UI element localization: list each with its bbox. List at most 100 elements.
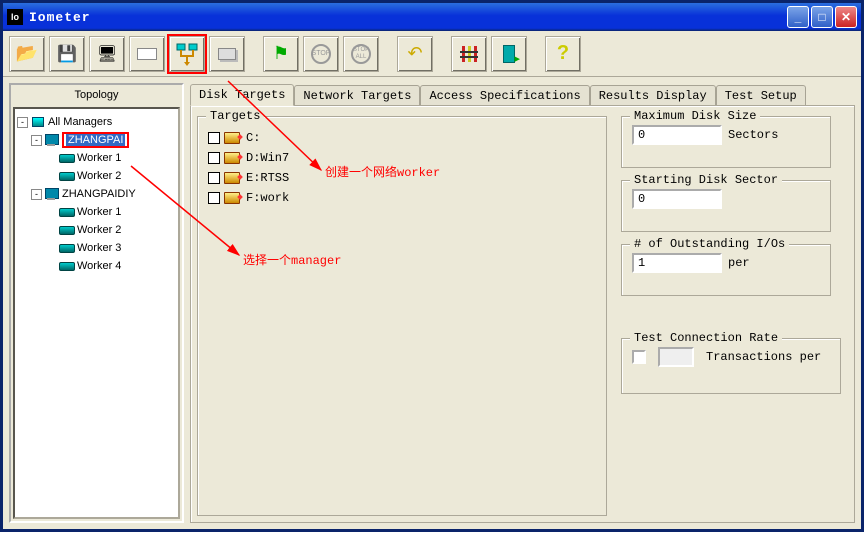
target-checkbox[interactable] — [208, 172, 220, 184]
help-icon: ? — [557, 42, 569, 65]
new-disk-worker-button[interactable] — [129, 36, 165, 72]
drive-icon — [224, 172, 240, 184]
tab-disk-targets[interactable]: Disk Targets — [190, 84, 294, 106]
topology-panel: Topology - All Managers - ZHANGPAI — [9, 83, 184, 523]
tree-worker[interactable]: Worker 3 — [17, 239, 176, 257]
disk-icon — [59, 241, 75, 255]
target-row[interactable]: F:work — [208, 189, 606, 207]
drive-icon — [224, 132, 240, 144]
tree-manager[interactable]: - ZHANGPAIDIY — [17, 185, 176, 203]
drive-icon — [224, 192, 240, 204]
toolbar: 📂 💾 🖥 ⚑ STOP STOPALL ↶ — [3, 31, 861, 77]
disk-icon — [59, 259, 75, 273]
app-window: Io Iometer _ □ ✕ 📂 💾 🖥 ⚑ STOP STOPALL ↶ — [0, 0, 864, 532]
new-network-worker-button[interactable] — [169, 36, 205, 72]
start-sector-group: Starting Disk Sector 0 — [621, 180, 831, 232]
stop-button[interactable]: STOP — [303, 36, 339, 72]
reset-button[interactable]: ↶ — [397, 36, 433, 72]
manager-label: ZHANGPAIDIY — [62, 188, 136, 200]
duplicate-icon — [218, 48, 236, 60]
tab-test-setup[interactable]: Test Setup — [716, 85, 806, 106]
max-disk-unit: Sectors — [728, 128, 778, 142]
start-sector-legend: Starting Disk Sector — [630, 173, 782, 187]
worker-label: Worker 4 — [77, 260, 121, 272]
topology-tree[interactable]: - All Managers - ZHANGPAI Worker 1 — [13, 107, 180, 519]
target-checkbox[interactable] — [208, 152, 220, 164]
spec-button[interactable] — [451, 36, 487, 72]
close-button[interactable]: ✕ — [835, 6, 857, 28]
titlebar: Io Iometer _ □ ✕ — [3, 3, 861, 31]
start-sector-input[interactable]: 0 — [632, 189, 722, 209]
window-title: Iometer — [29, 10, 787, 25]
tab-network-targets[interactable]: Network Targets — [294, 85, 420, 106]
collapse-icon[interactable]: - — [17, 117, 28, 128]
network-icon — [30, 115, 46, 129]
conn-rate-group: Test Connection Rate Transactions per — [621, 338, 841, 394]
target-row[interactable]: E:RTSS — [208, 169, 606, 187]
targets-legend: Targets — [206, 109, 264, 123]
topology-header: Topology — [11, 85, 182, 105]
spec-icon — [458, 43, 480, 65]
minimize-button[interactable]: _ — [787, 6, 809, 28]
max-disk-input[interactable]: 0 — [632, 125, 722, 145]
app-icon: Io — [7, 9, 23, 25]
disk-icon — [59, 169, 75, 183]
open-button[interactable]: 📂 — [9, 36, 45, 72]
disk-icon — [59, 223, 75, 237]
tree-root[interactable]: - All Managers — [17, 113, 176, 131]
target-row[interactable]: D:Win7 — [208, 149, 606, 167]
conn-rate-unit: Transactions per — [706, 350, 821, 364]
open-icon: 📂 — [16, 43, 38, 64]
new-manager-button[interactable]: 🖥 — [89, 36, 125, 72]
stop-all-icon: STOPALL — [351, 44, 371, 64]
network-worker-icon — [175, 42, 199, 66]
drive-label: E:RTSS — [246, 171, 289, 185]
target-checkbox[interactable] — [208, 192, 220, 204]
save-button[interactable]: 💾 — [49, 36, 85, 72]
content-area: Topology - All Managers - ZHANGPAI — [3, 77, 861, 529]
conn-rate-legend: Test Connection Rate — [630, 331, 782, 345]
outstanding-legend: # of Outstanding I/Os — [630, 237, 789, 251]
worker-label: Worker 2 — [77, 170, 121, 182]
collapse-icon[interactable]: - — [31, 135, 42, 146]
collapse-icon[interactable]: - — [31, 189, 42, 200]
exit-button[interactable]: ▸ — [491, 36, 527, 72]
drive-icon — [224, 152, 240, 164]
tab-access-specifications[interactable]: Access Specifications — [420, 85, 589, 106]
reset-icon: ↶ — [407, 43, 422, 64]
tab-body: Targets C: D:Win7 — [190, 105, 855, 523]
disk-icon — [59, 151, 75, 165]
conn-rate-spinner[interactable] — [658, 347, 694, 367]
tab-results-display[interactable]: Results Display — [590, 85, 716, 106]
worker-label: Worker 1 — [77, 152, 121, 164]
outstanding-input[interactable]: 1 — [632, 253, 722, 273]
computer-icon — [44, 187, 60, 201]
stop-icon: STOP — [311, 44, 331, 64]
stop-all-button[interactable]: STOPALL — [343, 36, 379, 72]
tree-worker[interactable]: Worker 1 — [17, 203, 176, 221]
disk-icon — [137, 48, 157, 60]
drive-label: D:Win7 — [246, 151, 289, 165]
tree-manager[interactable]: - ZHANGPAI — [17, 131, 176, 149]
computer-icon — [44, 133, 60, 147]
help-button[interactable]: ? — [545, 36, 581, 72]
computer-icon: 🖥 — [97, 44, 117, 64]
tree-worker[interactable]: Worker 2 — [17, 221, 176, 239]
worker-label: Worker 3 — [77, 242, 121, 254]
outstanding-group: # of Outstanding I/Os 1 per — [621, 244, 831, 296]
max-disk-group: Maximum Disk Size 0 Sectors — [621, 116, 831, 168]
manager-label: ZHANGPAI — [66, 134, 125, 146]
target-row[interactable]: C: — [208, 129, 606, 147]
tree-worker[interactable]: Worker 2 — [17, 167, 176, 185]
tree-worker[interactable]: Worker 4 — [17, 257, 176, 275]
worker-label: Worker 1 — [77, 206, 121, 218]
conn-rate-checkbox[interactable] — [632, 350, 646, 364]
duplicate-worker-button[interactable] — [209, 36, 245, 72]
outstanding-unit: per — [728, 256, 750, 270]
door-icon: ▸ — [503, 45, 515, 63]
start-button[interactable]: ⚑ — [263, 36, 299, 72]
targets-group: Targets C: D:Win7 — [197, 116, 607, 516]
target-checkbox[interactable] — [208, 132, 220, 144]
tree-worker[interactable]: Worker 1 — [17, 149, 176, 167]
maximize-button[interactable]: □ — [811, 6, 833, 28]
